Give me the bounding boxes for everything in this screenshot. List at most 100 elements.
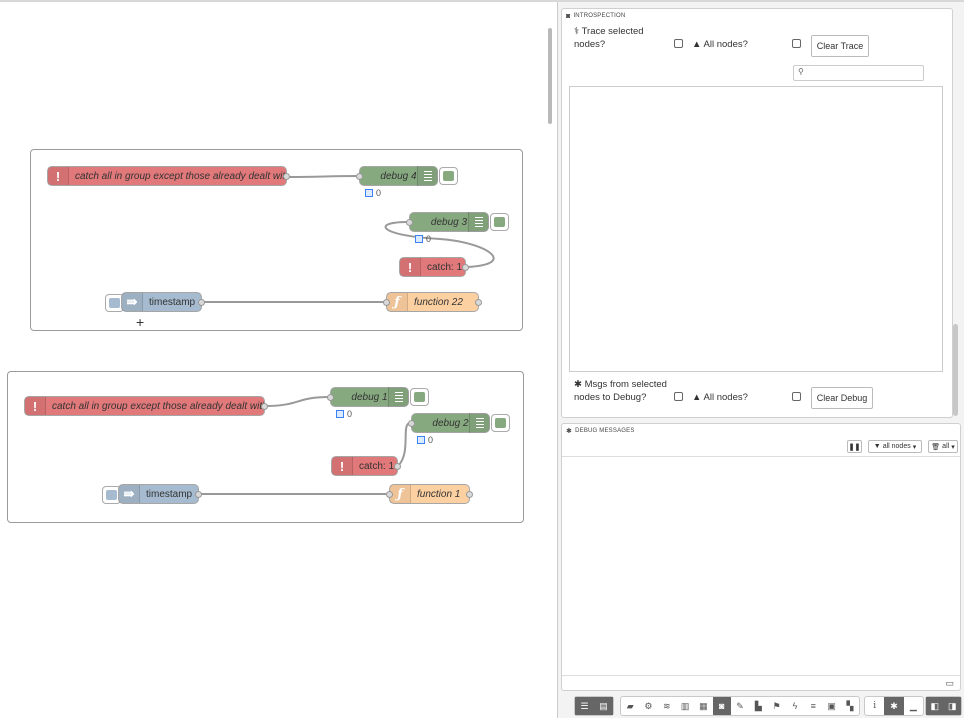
- msgs-selected-checkbox[interactable]: [674, 392, 683, 401]
- info-icon[interactable]: i: [865, 697, 884, 715]
- bug-icon: ✱: [574, 379, 582, 390]
- wires-layer: [199, 175, 495, 495]
- debug-toggle-button[interactable]: [439, 167, 458, 185]
- list-icon: [388, 387, 409, 407]
- node-label: catch all in group except those already …: [75, 170, 286, 182]
- sidebar-tab-group-4: ◧ ◨: [925, 696, 962, 716]
- chart-icon[interactable]: ▥: [676, 697, 694, 715]
- trash-icon: 🗑: [931, 443, 941, 451]
- database-icon[interactable]: ≋: [658, 697, 676, 715]
- panel-header: ✱ DEBUG MESSAGES: [562, 424, 960, 438]
- catch-1-node[interactable]: ! catch: 1: [331, 456, 401, 476]
- debug-toggle-button[interactable]: [490, 213, 509, 231]
- node-status: 0: [336, 409, 352, 419]
- function-icon: ƒ: [390, 485, 411, 503]
- list-icon: [469, 413, 490, 433]
- debug-1-node[interactable]: debug 1: [327, 387, 409, 407]
- inject-timestamp-node[interactable]: ⇛ timestamp: [118, 484, 202, 504]
- book-icon[interactable]: ▰: [621, 697, 639, 715]
- clear-messages-dropdown[interactable]: 🗑 all ▾: [928, 440, 958, 453]
- msgs-all-nodes-checkbox[interactable]: [792, 392, 801, 401]
- monitor-icon[interactable]: ▭: [945, 678, 954, 689]
- msgs-label-line2: nodes to Debug?: [574, 392, 647, 403]
- debug-toggle-button[interactable]: [410, 388, 429, 406]
- wire[interactable]: [397, 422, 412, 467]
- debug-4-node[interactable]: debug 4: [356, 166, 438, 186]
- function-1-node[interactable]: ƒ function 1: [386, 484, 473, 504]
- warning-icon: ▲: [692, 392, 702, 403]
- node-label: catch all in group except those already …: [52, 400, 264, 412]
- debug-2-node[interactable]: debug 2: [408, 413, 490, 433]
- minus-icon[interactable]: ▁: [904, 697, 923, 715]
- divider: [562, 675, 960, 676]
- input-port[interactable]: [406, 219, 413, 226]
- bar-chart-icon[interactable]: ▙: [749, 697, 767, 715]
- function-22-node[interactable]: ƒ function 22: [383, 292, 482, 312]
- trace-all-nodes-checkbox[interactable]: [792, 39, 801, 48]
- node-status: 0: [365, 188, 381, 198]
- input-port[interactable]: [386, 491, 393, 498]
- id-card-icon[interactable]: ▣: [822, 697, 840, 715]
- grid-icon[interactable]: ▦: [694, 697, 712, 715]
- trace-output-area[interactable]: [569, 86, 943, 372]
- edit-icon[interactable]: ✎: [731, 697, 749, 715]
- output-port[interactable]: [466, 491, 473, 498]
- output-port[interactable]: [261, 403, 268, 410]
- clear-debug-button[interactable]: Clear Debug: [811, 387, 873, 409]
- list-icon[interactable]: ☰: [575, 697, 594, 715]
- function-icon: ƒ: [387, 293, 408, 311]
- input-port[interactable]: [408, 420, 415, 427]
- sidebar-right-icon[interactable]: ◨: [943, 697, 961, 715]
- input-port[interactable]: [327, 394, 334, 401]
- output-port[interactable]: [462, 264, 469, 271]
- sidebar-tab-group-3: i ✱ ▁: [864, 696, 924, 716]
- trace-selected-checkbox[interactable]: [674, 39, 683, 48]
- catch-1-node[interactable]: ! catch: 1: [399, 257, 469, 277]
- inject-timestamp-node[interactable]: ⇛ timestamp: [121, 292, 205, 312]
- node-label: function 22: [414, 296, 463, 308]
- input-port[interactable]: [356, 173, 363, 180]
- bug-icon[interactable]: ✱: [884, 697, 904, 715]
- output-port[interactable]: [394, 463, 401, 470]
- flow-workspace[interactable]: ! catch all in group except those alread…: [0, 2, 557, 718]
- sidebar-scrollbar[interactable]: [953, 324, 958, 416]
- sidebar-left-icon[interactable]: ◧: [926, 697, 944, 715]
- wire[interactable]: [264, 396, 330, 407]
- exclamation-icon: !: [25, 397, 46, 415]
- bug-icon: ✱: [566, 428, 573, 435]
- output-port[interactable]: [475, 299, 482, 306]
- crosshair-cursor-icon: +: [136, 314, 145, 330]
- all-nodes-label: ▲ All nodes?: [692, 38, 748, 51]
- camera-icon[interactable]: ◙: [712, 697, 731, 715]
- doc-icon[interactable]: ▤: [594, 697, 613, 715]
- node-label: catch: 1: [427, 261, 463, 273]
- debug-toggle-button[interactable]: [491, 414, 510, 432]
- output-port[interactable]: [283, 173, 290, 180]
- pause-button[interactable]: ❚❚: [847, 440, 862, 453]
- flag-icon[interactable]: ⚑: [768, 697, 786, 715]
- search-input[interactable]: ⚲: [793, 65, 924, 81]
- debug-messages-list[interactable]: [562, 457, 960, 673]
- bolt-icon[interactable]: ϟ: [786, 697, 804, 715]
- catch-all-node[interactable]: ! catch all in group except those alread…: [24, 396, 268, 416]
- panel-header: ◙ INTROSPECTION: [562, 9, 952, 23]
- exclamation-icon: !: [400, 258, 421, 276]
- warning-icon: ▲: [692, 39, 702, 50]
- node-status: 0: [417, 435, 433, 445]
- trace-label-line2: nodes?: [574, 39, 606, 50]
- workspace-scrollbar[interactable]: [548, 28, 552, 124]
- list2-icon[interactable]: ≡: [804, 697, 822, 715]
- clear-trace-button[interactable]: Clear Trace: [811, 35, 869, 57]
- catch-all-node[interactable]: ! catch all in group except those alread…: [47, 166, 290, 186]
- wire[interactable]: [287, 175, 359, 178]
- introspection-panel: ◙ INTROSPECTION ⚕ Trace selected nodes? …: [561, 8, 953, 418]
- input-port[interactable]: [383, 299, 390, 306]
- node-label: catch: 1: [359, 460, 395, 472]
- map-icon[interactable]: ▚: [841, 697, 859, 715]
- clear-label: all: [942, 443, 950, 450]
- output-port[interactable]: [198, 299, 205, 306]
- output-port[interactable]: [195, 491, 202, 498]
- gear-icon[interactable]: ⚙: [639, 697, 657, 715]
- debug-3-node[interactable]: debug 3: [406, 212, 489, 232]
- filter-nodes-dropdown[interactable]: ▼ all nodes ▾: [868, 440, 922, 453]
